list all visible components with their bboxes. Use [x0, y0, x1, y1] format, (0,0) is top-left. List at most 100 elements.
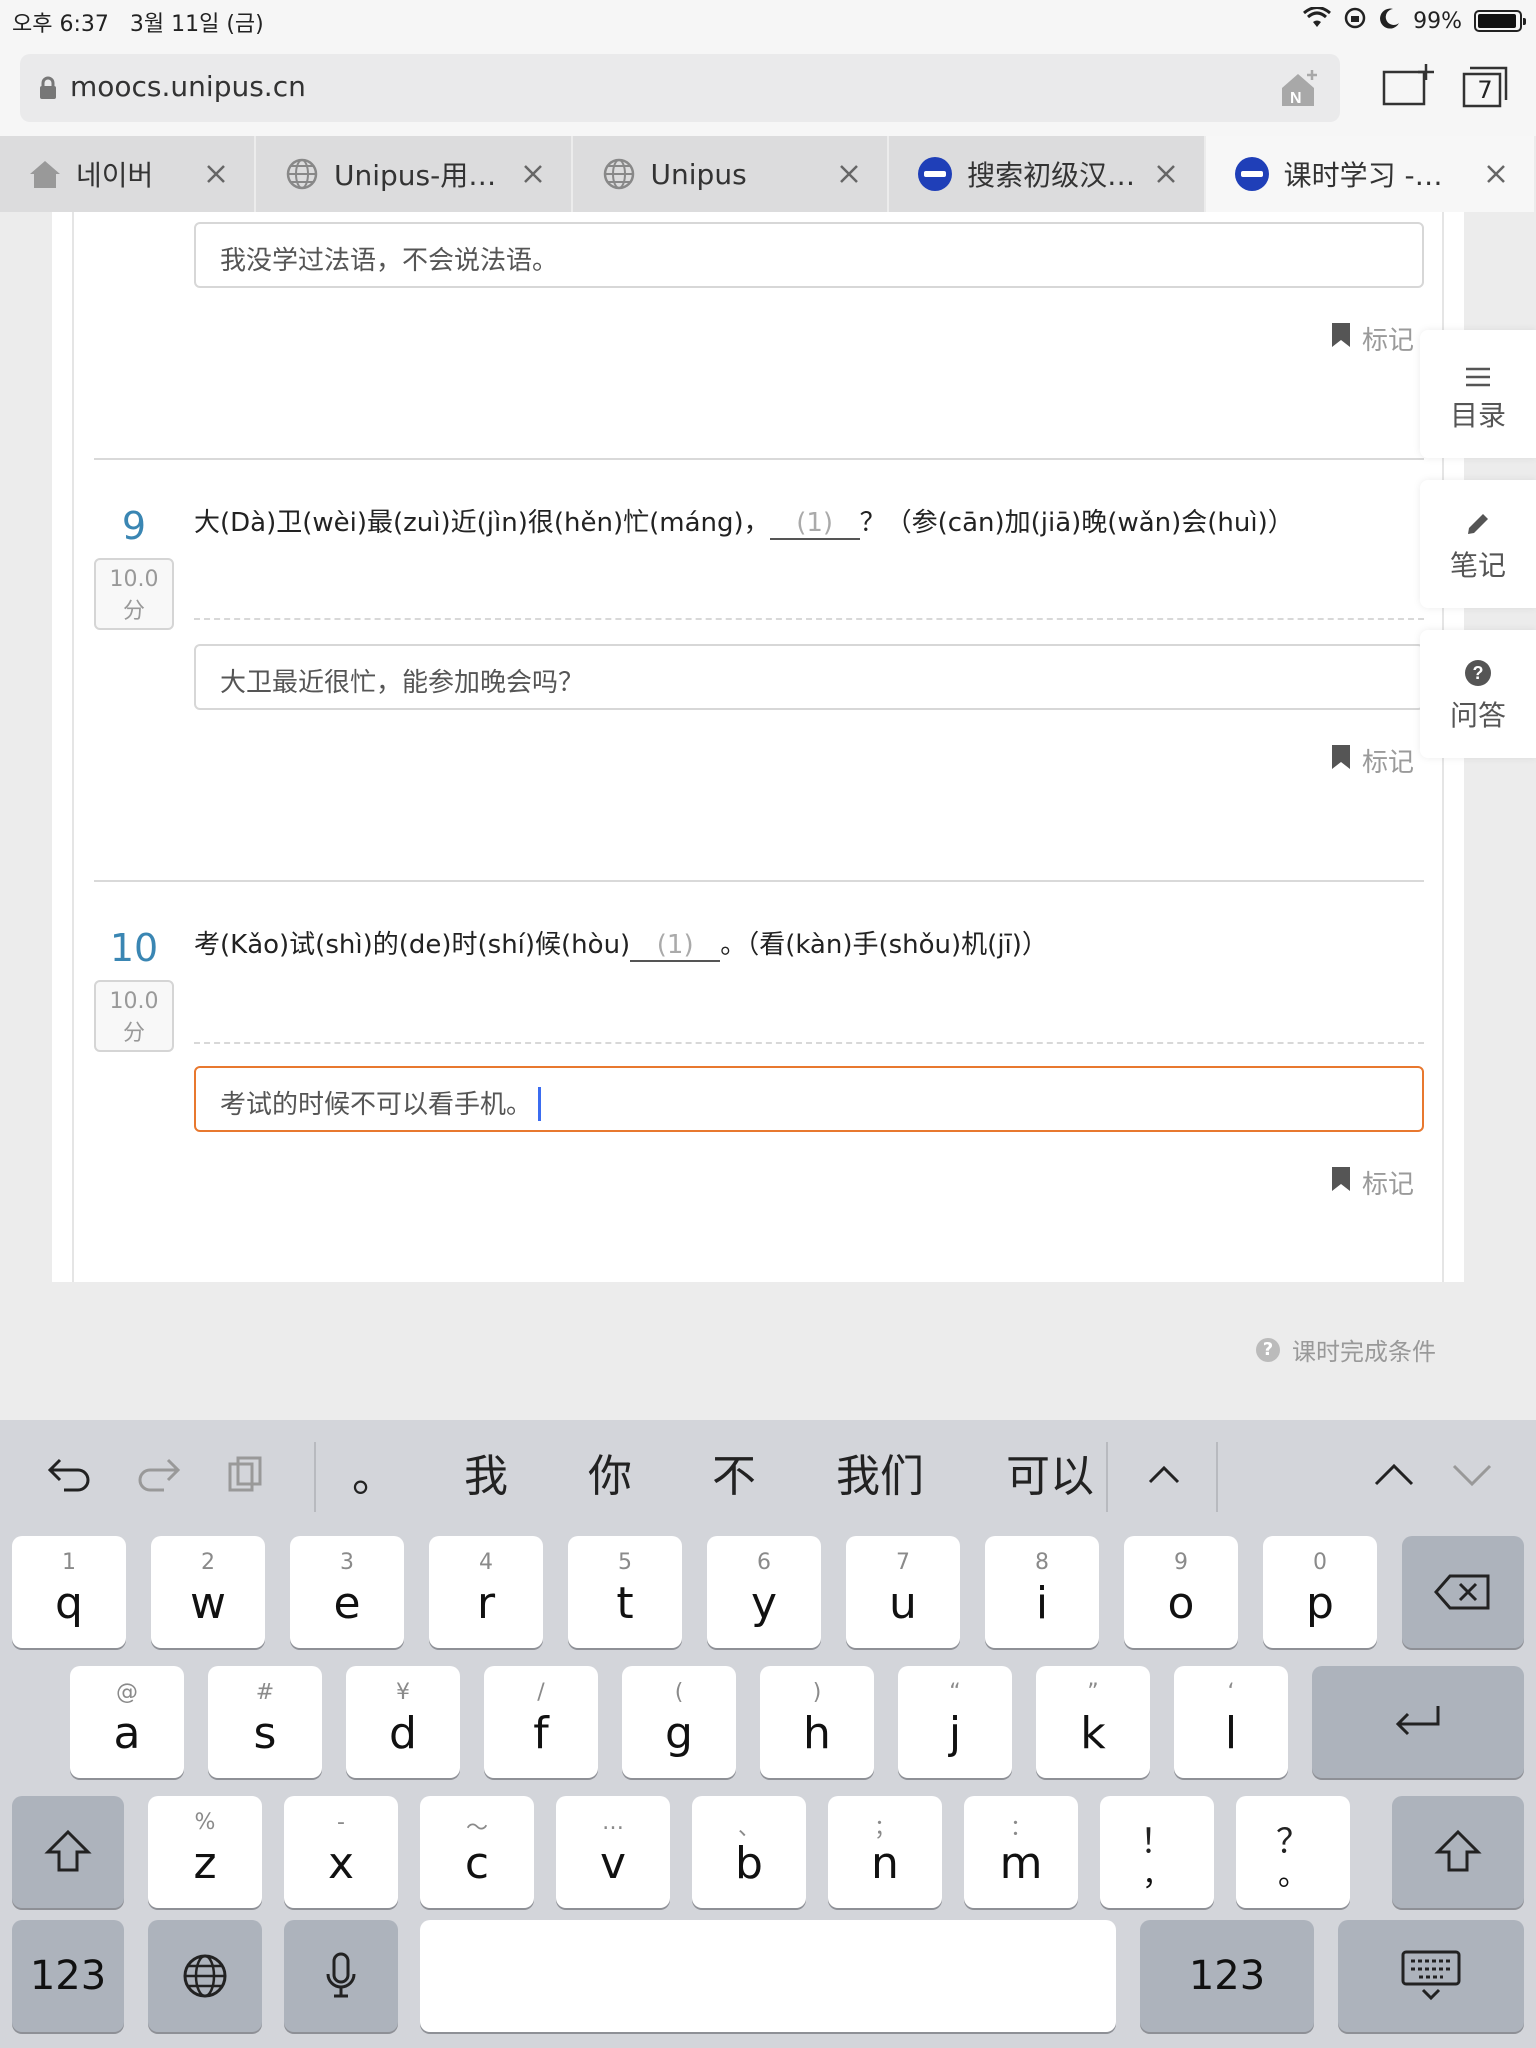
- qa-button[interactable]: ? 问答: [1420, 630, 1536, 758]
- tab-unipus[interactable]: Unipus: [573, 136, 890, 212]
- return-key[interactable]: [1312, 1666, 1524, 1778]
- undo-icon[interactable]: [46, 1454, 94, 1498]
- status-date: 3월 11일 (금): [129, 12, 264, 37]
- mark-button-q10[interactable]: 标记: [1330, 1164, 1414, 1201]
- space-key[interactable]: [420, 1920, 1116, 2032]
- text-caret: [538, 1086, 542, 1121]
- rotation-lock-icon: [1343, 6, 1367, 36]
- blank-slot: (1): [630, 930, 721, 962]
- key-v[interactable]: … v: [556, 1796, 670, 1908]
- key-d[interactable]: ¥ d: [346, 1666, 460, 1778]
- tab-naver[interactable]: 네이버: [0, 136, 256, 212]
- key-z[interactable]: % z: [148, 1796, 262, 1908]
- shift-key-left[interactable]: [12, 1796, 124, 1908]
- close-icon[interactable]: [202, 160, 230, 188]
- key-l[interactable]: ‘l: [1174, 1666, 1288, 1778]
- hide-keyboard-key[interactable]: [1338, 1920, 1524, 2032]
- key-s[interactable]: # s: [208, 1666, 322, 1778]
- shift-key-right[interactable]: [1392, 1796, 1524, 1908]
- tab-switcher-button[interactable]: 7: [1462, 66, 1508, 108]
- question-number: 10: [109, 926, 159, 970]
- key-u[interactable]: 7u: [846, 1536, 960, 1648]
- key-t[interactable]: 5t: [568, 1536, 682, 1648]
- key-e[interactable]: 3e: [290, 1536, 404, 1648]
- close-icon[interactable]: [1482, 160, 1510, 188]
- globe-key[interactable]: [148, 1920, 262, 2032]
- answer-input-q10[interactable]: 考试的时候不可以看手机。: [194, 1066, 1424, 1132]
- redo-icon[interactable]: [134, 1454, 182, 1498]
- tab-search[interactable]: 搜索初级汉…: [889, 136, 1206, 212]
- key-period[interactable]: ？。: [1236, 1796, 1350, 1908]
- close-icon[interactable]: [835, 160, 863, 188]
- numbers-key-right[interactable]: 123: [1140, 1920, 1314, 2032]
- key-b[interactable]: 、 b: [692, 1796, 806, 1908]
- keyboard-hide-icon: [1338, 1920, 1524, 2032]
- suggestion-item[interactable]: 。: [352, 1440, 396, 1504]
- key-c[interactable]: ～ c: [420, 1796, 534, 1908]
- close-icon[interactable]: [519, 160, 547, 188]
- browser-toolbar: moocs.unipus.cn N 7: [0, 40, 1536, 136]
- question-divider: [94, 880, 1424, 882]
- key-y[interactable]: 6y: [707, 1536, 821, 1648]
- key-f[interactable]: / f: [484, 1666, 598, 1778]
- suggestion-item[interactable]: 我们: [836, 1440, 924, 1504]
- mark-label: 标记: [1362, 748, 1415, 778]
- address-bar[interactable]: moocs.unipus.cn N: [20, 54, 1340, 122]
- svg-text:N: N: [1290, 90, 1302, 107]
- backspace-key[interactable]: [1402, 1536, 1524, 1648]
- naver-home-icon[interactable]: N: [1278, 66, 1322, 114]
- chevron-down-icon[interactable]: [1450, 1460, 1494, 1492]
- globe-icon: [601, 156, 637, 192]
- toc-button[interactable]: 目录: [1420, 330, 1536, 458]
- paste-icon[interactable]: [224, 1454, 264, 1498]
- key-w[interactable]: 2w: [151, 1536, 265, 1648]
- tab-unipus-user[interactable]: Unipus-用…: [256, 136, 573, 212]
- shift-icon: [1392, 1796, 1524, 1908]
- suggestion-item[interactable]: 可以: [1006, 1440, 1094, 1504]
- key-n[interactable]: ； n: [828, 1796, 942, 1908]
- pencil-icon: [1420, 480, 1536, 538]
- key-h[interactable]: ) h: [760, 1666, 874, 1778]
- notes-button[interactable]: 笔记: [1420, 480, 1536, 608]
- microphone-icon: [284, 1920, 398, 2032]
- tab-label: 课时学习 -…: [1283, 159, 1443, 192]
- tab-lesson-active[interactable]: 课时学习 -…: [1205, 136, 1536, 212]
- moon-icon: [1379, 7, 1401, 35]
- question-number: 9: [121, 504, 147, 548]
- mark-button-q8[interactable]: 标记: [1330, 320, 1414, 357]
- key-p[interactable]: 0p: [1263, 1536, 1377, 1648]
- key-j[interactable]: “j: [898, 1666, 1012, 1778]
- complete-conditions-link[interactable]: ? 课时完成条件: [1256, 1332, 1436, 1367]
- chevron-up-icon[interactable]: [1372, 1460, 1416, 1492]
- return-icon: [1312, 1666, 1524, 1778]
- question-score: 10.0 分: [94, 980, 174, 1052]
- answer-input-q9[interactable]: 大卫最近很忙，能参加晚会吗？: [194, 644, 1424, 710]
- question-divider: [94, 458, 1424, 460]
- mark-button-q9[interactable]: 标记: [1330, 742, 1414, 779]
- status-bar: 오후 6:37 3월 11일 (금) 99%: [0, 0, 1536, 40]
- expand-suggestions-icon[interactable]: [1146, 1462, 1182, 1490]
- key-r[interactable]: 4r: [429, 1536, 543, 1648]
- key-g[interactable]: (g: [622, 1666, 736, 1778]
- key-x[interactable]: -x: [284, 1796, 398, 1908]
- key-i[interactable]: 8i: [985, 1536, 1099, 1648]
- key-comma[interactable]: ！，: [1100, 1796, 1214, 1908]
- answer-input-q8[interactable]: 我没学过法语，不会说法语。: [194, 222, 1424, 288]
- key-q[interactable]: 1q: [12, 1536, 126, 1648]
- suggestion-item[interactable]: 我: [464, 1440, 508, 1504]
- new-tab-icon[interactable]: [1382, 62, 1434, 112]
- dictation-key[interactable]: [284, 1920, 398, 2032]
- key-k[interactable]: ” k: [1036, 1666, 1150, 1778]
- question-text: 大(Dà)卫(wèi)最(zuì)近(jìn)很(hěn)忙(máng)， (1)…: [194, 508, 1294, 540]
- globe-icon: [148, 1920, 262, 2032]
- keyboard-suggestion-bar: 。 我 你 不 我们 可以: [0, 1420, 1536, 1524]
- numbers-key-left[interactable]: 123: [12, 1920, 124, 2032]
- close-icon[interactable]: [1152, 160, 1180, 188]
- mark-label: 标记: [1362, 1170, 1415, 1200]
- suggestion-item[interactable]: 你: [588, 1440, 632, 1504]
- key-o[interactable]: 9o: [1124, 1536, 1238, 1648]
- key-m[interactable]: ： m: [964, 1796, 1078, 1908]
- key-a[interactable]: @ a: [70, 1666, 184, 1778]
- menu-icon: [1420, 330, 1536, 388]
- suggestion-item[interactable]: 不: [712, 1440, 756, 1504]
